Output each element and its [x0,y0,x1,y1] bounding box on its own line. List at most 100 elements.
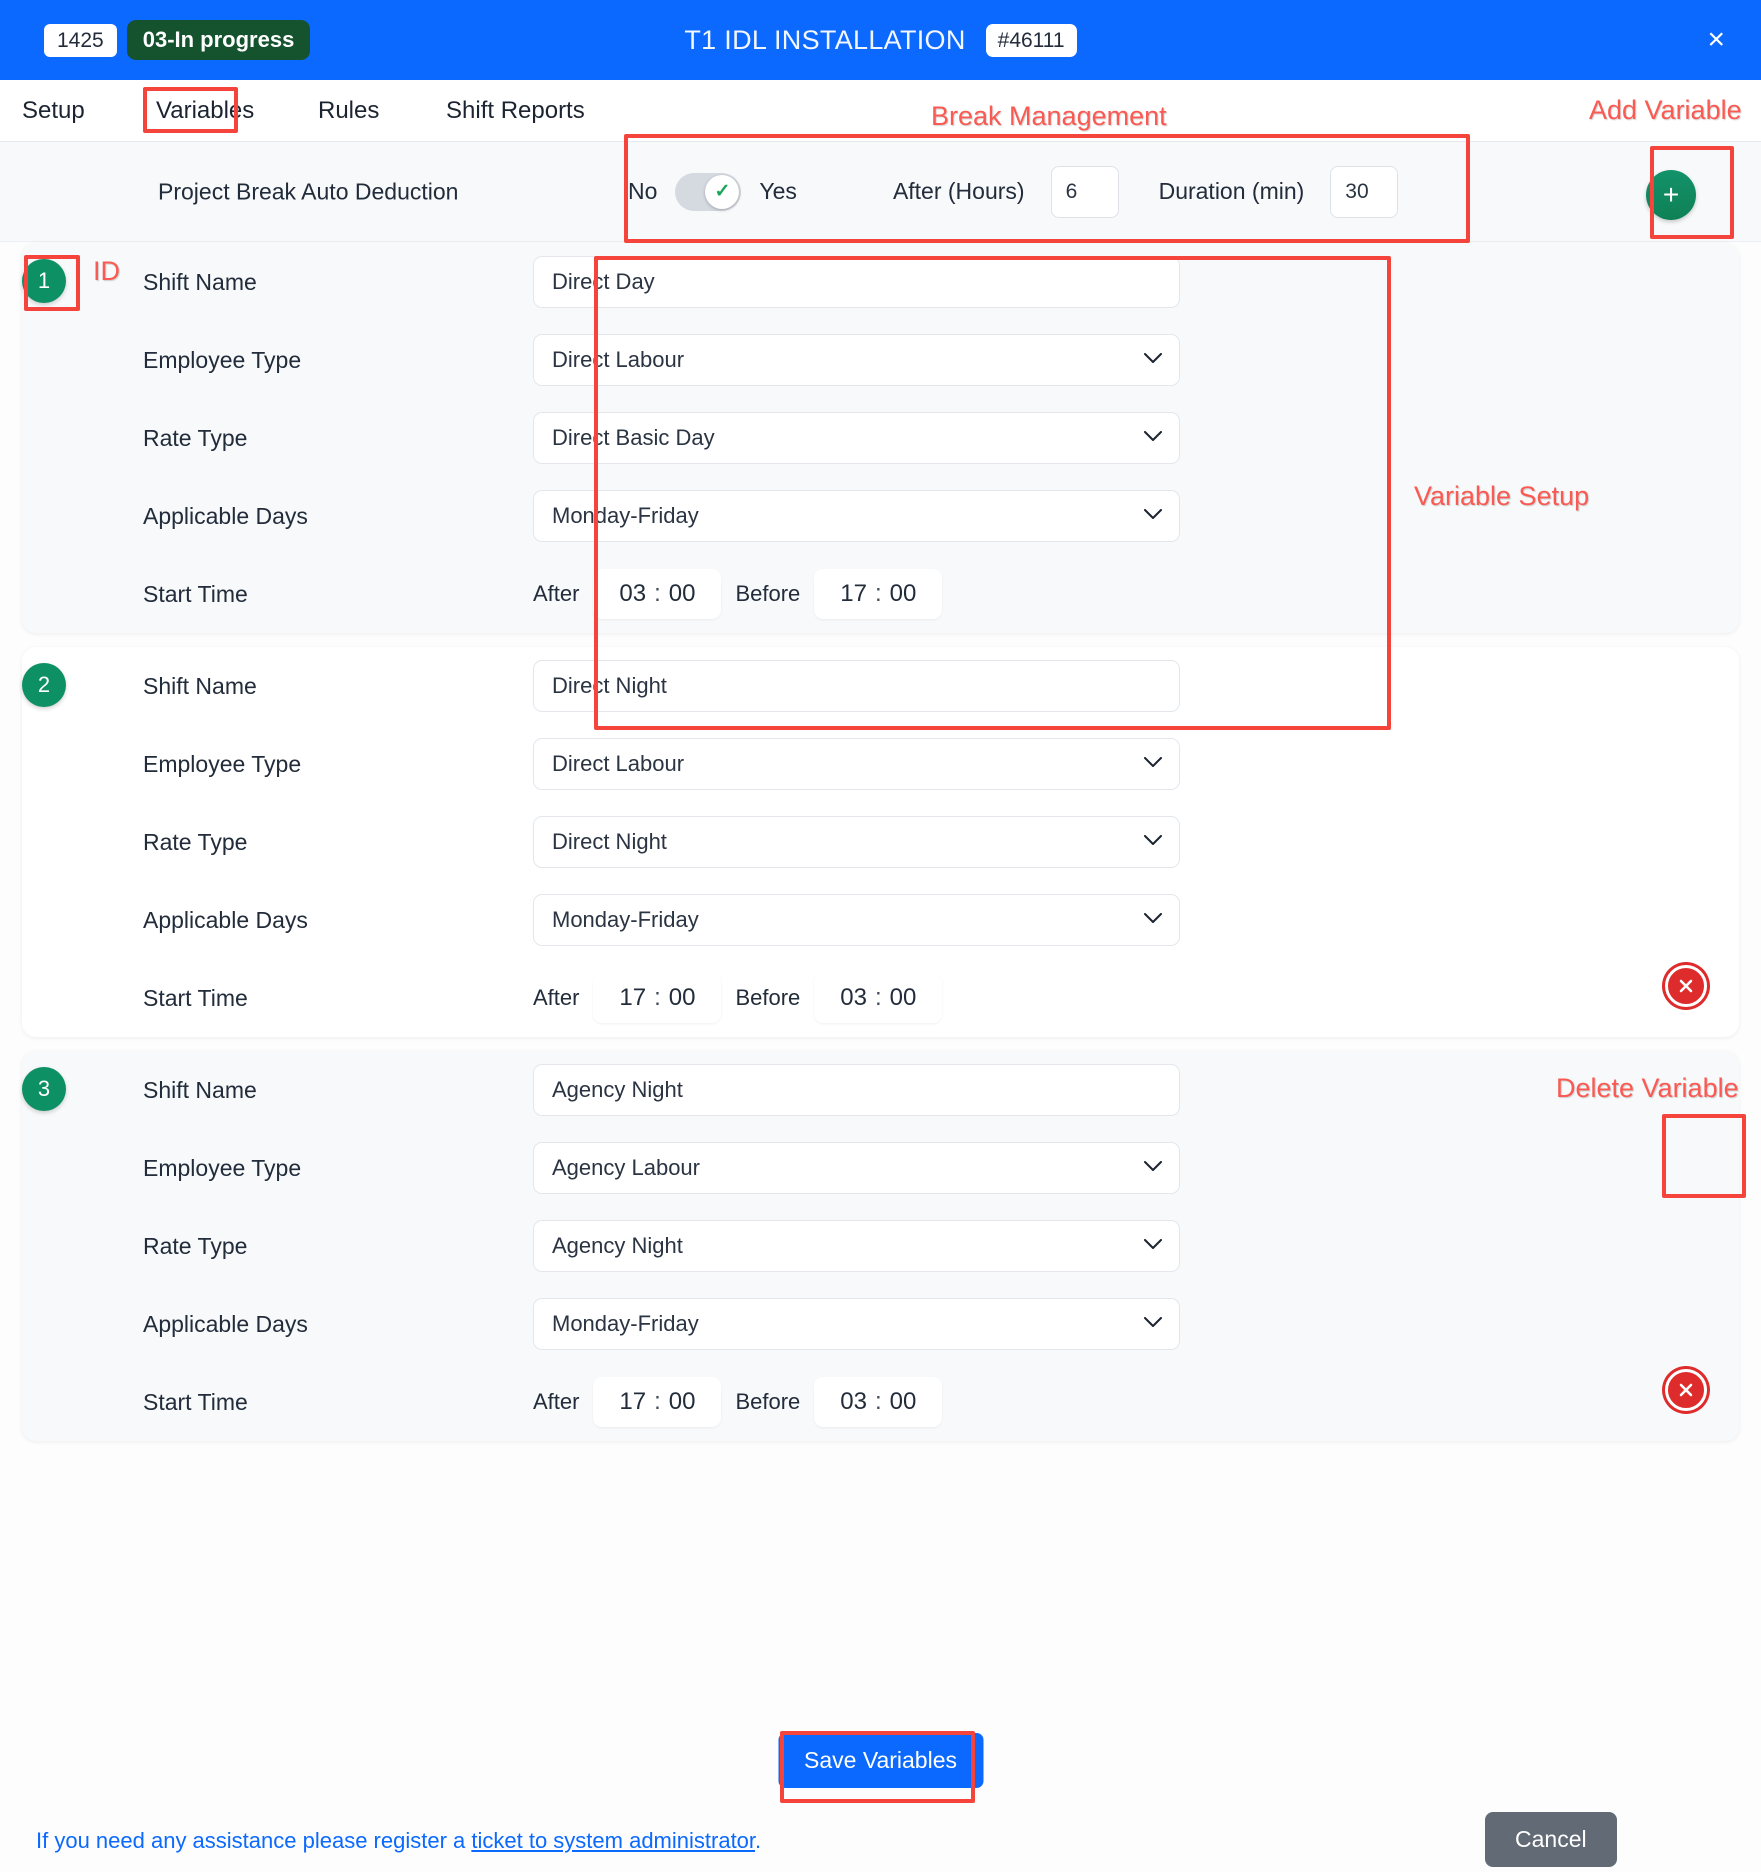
tab-rules[interactable]: Rules [318,97,379,125]
rate-type-row: Rate Type [22,399,1739,477]
employee-type-row: Employee Type [22,1129,1739,1207]
start-before-time-input[interactable]: 03 : 00 [814,973,943,1023]
break-auto-deduction-toggle[interactable]: ✓ [675,172,742,211]
applicable-days-row: Applicable Days [22,881,1739,959]
after-hours-label: After (Hours) [892,178,1025,204]
employee-type-label: Employee Type [143,346,302,373]
page-title: T1 IDL INSTALLATION [684,24,966,55]
employee-type-label: Employee Type [143,750,302,777]
duration-min-input[interactable] [1330,165,1399,218]
applicable-days-field [533,1298,1180,1350]
after-minutes-value: 00 [668,1388,696,1415]
tab-bar: Setup Variables Rules Shift Reports [0,80,1761,142]
shift-name-field [533,256,1180,308]
start-time-row: Start Time After 03 : 00 Before 17 : 00 [22,555,1739,633]
shift-name-row: Shift Name [22,1051,1739,1129]
start-time-label: Start Time [143,580,248,607]
employee-type-field [533,738,1180,790]
employee-type-field [533,1142,1180,1194]
applicable-days-row: Applicable Days [22,477,1739,555]
status-badge: 03-In progress [126,20,311,60]
cancel-button[interactable]: Cancel [1485,1812,1617,1867]
variable-card: 2 Shift Name Employee Type [22,647,1739,1037]
applicable-days-label: Applicable Days [143,906,308,933]
rate-type-select[interactable] [533,816,1180,868]
start-time-group: After 03 : 00 Before 17 : 00 [533,569,956,619]
start-time-label: Start Time [143,1388,248,1415]
tab-variables[interactable]: Variables [156,97,254,125]
shift-name-input[interactable] [533,660,1180,712]
delete-variable-button[interactable] [1665,1369,1707,1411]
applicable-days-field [533,490,1180,542]
shift-name-label: Shift Name [143,1076,257,1103]
time-colon: : [654,1388,661,1415]
after-label: After [533,1389,580,1414]
ticket-link[interactable]: ticket to system administrator [471,1828,755,1853]
toggle-yes-label: Yes [759,178,797,204]
before-minutes-value: 00 [889,580,917,607]
after-hours-input[interactable] [1050,165,1119,218]
title-bar: 1425 03-In progress T1 IDL INSTALLATION … [0,0,1761,80]
tab-setup[interactable]: Setup [22,97,85,125]
toggle-check-icon: ✓ [705,174,740,209]
variable-card: 3 Shift Name Employee Type [22,1051,1739,1441]
before-minutes-value: 00 [889,984,917,1011]
after-label: After [533,985,580,1010]
start-time-group: After 17 : 00 Before 03 : 00 [533,973,956,1023]
shift-name-label: Shift Name [143,268,257,295]
record-id-badge: 1425 [44,23,117,57]
start-before-time-input[interactable]: 03 : 00 [814,1377,943,1427]
start-after-time-input[interactable]: 03 : 00 [593,569,722,619]
before-hours-value: 17 [840,580,867,607]
variables-screen: 1425 03-In progress T1 IDL INSTALLATION … [0,0,1761,1872]
close-icon[interactable]: × [1707,25,1725,55]
before-label: Before [735,985,801,1010]
delete-variable-button[interactable] [1665,965,1707,1007]
applicable-days-select[interactable] [533,490,1180,542]
after-minutes-value: 00 [668,580,696,607]
time-colon: : [654,580,661,607]
start-after-time-input[interactable]: 17 : 00 [593,1377,722,1427]
shift-name-input[interactable] [533,1064,1180,1116]
employee-type-select[interactable] [533,1142,1180,1194]
time-colon: : [654,984,661,1011]
toggle-no-label: No [628,178,658,204]
variable-card: 1 Shift Name Employee Type [22,243,1739,633]
close-x-icon [1679,1383,1693,1397]
add-variable-button[interactable]: + [1646,170,1696,220]
before-minutes-value: 00 [889,1388,917,1415]
assistance-note: If you need any assistance please regist… [36,1828,761,1854]
employee-type-select[interactable] [533,738,1180,790]
rate-type-label: Rate Type [143,1232,248,1259]
before-hours-value: 03 [840,1388,867,1415]
before-label: Before [735,581,801,606]
shift-name-input[interactable] [533,256,1180,308]
time-colon: : [874,984,882,1011]
applicable-days-label: Applicable Days [143,502,308,529]
after-label: After [533,581,580,606]
before-label: Before [735,1389,801,1414]
start-time-row: Start Time After 17 : 00 Before 03 : 00 [22,1363,1739,1441]
applicable-days-label: Applicable Days [143,1310,308,1337]
start-time-label: Start Time [143,984,248,1011]
start-after-time-input[interactable]: 17 : 00 [593,973,722,1023]
applicable-days-select[interactable] [533,1298,1180,1350]
employee-type-select[interactable] [533,334,1180,386]
ticket-number-badge: #46111 [985,23,1077,57]
rate-type-row: Rate Type [22,1207,1739,1285]
break-management-strip: Project Break Auto Deduction No ✓ Yes Af… [0,142,1761,242]
applicable-days-select[interactable] [533,894,1180,946]
tab-shift-reports[interactable]: Shift Reports [446,97,585,125]
save-variables-button[interactable]: Save Variables [778,1733,983,1788]
shift-name-field [533,660,1180,712]
rate-type-select[interactable] [533,412,1180,464]
employee-type-row: Employee Type [22,725,1739,803]
break-controls-group: No ✓ Yes After (Hours) Duration (min) [628,165,1399,218]
applicable-days-row: Applicable Days [22,1285,1739,1363]
shift-name-row: Shift Name [22,243,1739,321]
start-before-time-input[interactable]: 17 : 00 [814,569,943,619]
plus-icon: + [1662,179,1680,210]
rate-type-select[interactable] [533,1220,1180,1272]
rate-type-field [533,1220,1180,1272]
rate-type-field [533,412,1180,464]
